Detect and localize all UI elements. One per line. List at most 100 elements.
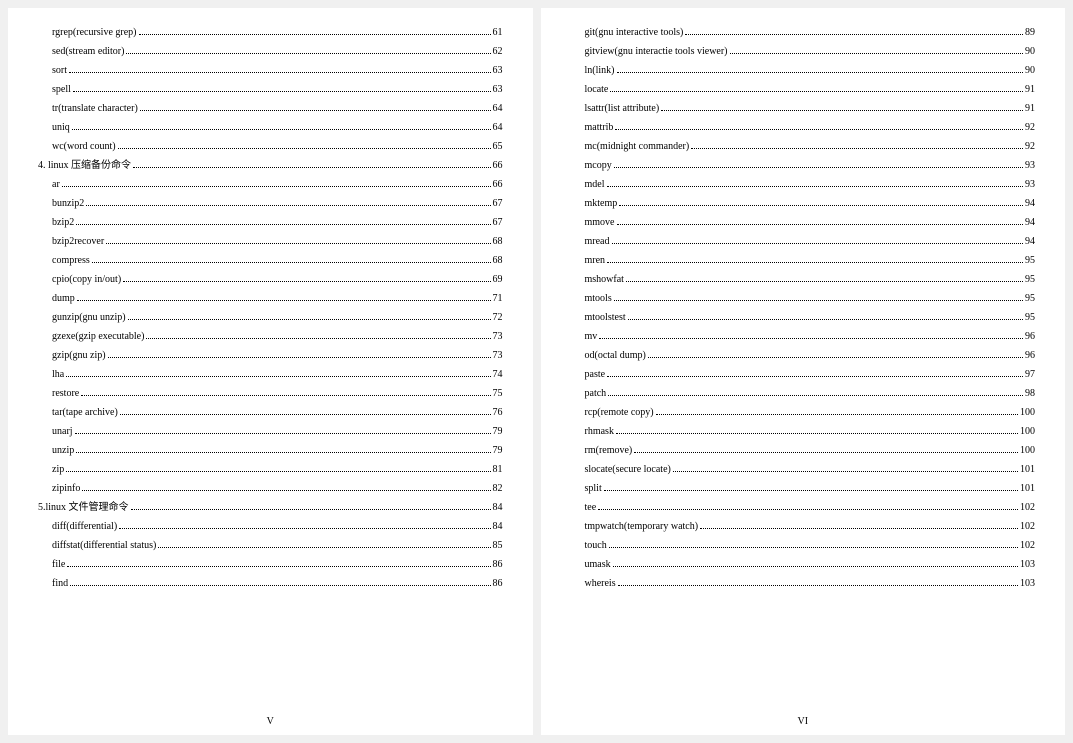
toc-dots: [656, 414, 1018, 415]
toc-entry-page: 68: [493, 237, 503, 247]
toc-dots: [67, 566, 490, 567]
toc-entry-label: unzip: [52, 446, 74, 456]
toc-entry: uniq64: [38, 123, 503, 133]
toc-entry-label: tr(translate character): [52, 104, 138, 114]
toc-entry: mread94: [571, 237, 1036, 247]
toc-entry: mattrib 92: [571, 123, 1036, 133]
toc-dots: [70, 585, 490, 586]
toc-dots: [730, 53, 1023, 54]
toc-entry-label: diff(differential): [52, 522, 117, 532]
toc-entry: gzip(gnu zip)73: [38, 351, 503, 361]
toc-dots: [614, 300, 1023, 301]
toc-entry-label: file: [52, 560, 65, 570]
toc-entry: zip81: [38, 465, 503, 475]
toc-entry-label: lha: [52, 370, 64, 380]
toc-entry: mdel93: [571, 180, 1036, 190]
toc-entry: diff(differential)84: [38, 522, 503, 532]
toc-entry-label: mread: [585, 237, 610, 247]
toc-entry-label: rcp(remote copy): [585, 408, 654, 418]
toc-entry-page: 86: [493, 579, 503, 589]
toc-entry: ar66: [38, 180, 503, 190]
toc-dots: [118, 148, 491, 149]
toc-dots: [607, 376, 1023, 377]
toc-dots: [613, 566, 1018, 567]
toc-dots: [618, 585, 1018, 586]
toc-entry-label: mcopy: [585, 161, 612, 171]
toc-entry-label: git(gnu interactive tools): [585, 28, 684, 38]
toc-dots: [615, 129, 1023, 130]
toc-entry-label: zipinfo: [52, 484, 80, 494]
toc-entry-page: 102: [1020, 541, 1035, 551]
toc-entry-label: mshowfat: [585, 275, 624, 285]
toc-dots: [691, 148, 1023, 149]
toc-entry-label: unarj: [52, 427, 73, 437]
toc-entry-label: sort: [52, 66, 67, 76]
toc-dots: [75, 433, 491, 434]
toc-dots: [673, 471, 1018, 472]
toc-entry-page: 63: [493, 85, 503, 95]
toc-entry: gunzip(gnu unzip)72: [38, 313, 503, 323]
toc-entry: od(octal dump)96: [571, 351, 1036, 361]
toc-entry-page: 95: [1025, 275, 1035, 285]
toc-entry: wc(word count)65: [38, 142, 503, 152]
toc-dots: [128, 319, 491, 320]
toc-entry-label: cpio(copy in/out): [52, 275, 121, 285]
toc-entry-page: 79: [493, 427, 503, 437]
toc-entry: sed(stream editor)62: [38, 47, 503, 57]
toc-entry-page: 92: [1025, 123, 1035, 133]
toc-entry-label: dump: [52, 294, 75, 304]
toc-entry-label: mktemp: [585, 199, 618, 209]
toc-entry-page: 67: [493, 199, 503, 209]
toc-dots: [616, 433, 1018, 434]
toc-dots: [120, 414, 491, 415]
toc-dots: [133, 167, 490, 168]
toc-entry-label: rgrep(recursive grep): [52, 28, 137, 38]
toc-entry-page: 94: [1025, 199, 1035, 209]
toc-dots: [123, 281, 490, 282]
toc-entry-page: 100: [1020, 408, 1035, 418]
toc-entry-label: tmpwatch(temporary watch): [585, 522, 699, 532]
toc-entry-page: 98: [1025, 389, 1035, 399]
toc-dots: [76, 452, 490, 453]
toc-entry-label: mtools: [585, 294, 612, 304]
toc-dots: [66, 376, 490, 377]
toc-entry: gzexe(gzip executable)73: [38, 332, 503, 342]
toc-entry-page: 93: [1025, 161, 1035, 171]
toc-entry-label: mattrib: [585, 123, 614, 133]
toc-entry-label: mren: [585, 256, 606, 266]
toc-entry-label: rm(remove): [585, 446, 633, 456]
toc-dots: [81, 395, 490, 396]
toc-entry: tee102: [571, 503, 1036, 513]
toc-entry: mcopy 93: [571, 161, 1036, 171]
toc-dots: [626, 281, 1023, 282]
toc-entry: cpio(copy in/out) 69: [38, 275, 503, 285]
toc-dots: [66, 471, 490, 472]
toc-entry-page: 91: [1025, 85, 1035, 95]
toc-entry-page: 63: [493, 66, 503, 76]
toc-entry-page: 74: [493, 370, 503, 380]
toc-entry-label: bzip2recover: [52, 237, 104, 247]
toc-entry-page: 75: [493, 389, 503, 399]
toc-entry-page: 66: [493, 180, 503, 190]
toc-entry-label: 5.linux 文件管理命令: [38, 503, 129, 513]
toc-entry-page: 103: [1020, 560, 1035, 570]
toc-entry-label: mmove: [585, 218, 615, 228]
toc-entry: rcp(remote copy) 100: [571, 408, 1036, 418]
toc-entry-page: 76: [493, 408, 503, 418]
toc-entry-page: 73: [493, 332, 503, 342]
toc-entry-page: 85: [493, 541, 503, 551]
page-number-right: VI: [797, 716, 808, 727]
toc-dots: [73, 91, 491, 92]
toc-entry-label: ln(link): [585, 66, 615, 76]
toc-entry-page: 66: [493, 161, 503, 171]
toc-entry-page: 64: [493, 123, 503, 133]
toc-entry-page: 69: [493, 275, 503, 285]
toc-entry-label: patch: [585, 389, 607, 399]
toc-dots: [106, 243, 490, 244]
toc-dots: [609, 547, 1018, 548]
toc-entry: zipinfo82: [38, 484, 503, 494]
toc-entry: mv96: [571, 332, 1036, 342]
toc-entry: mtoolstest95: [571, 313, 1036, 323]
toc-dots: [628, 319, 1023, 320]
toc-entry: mmove94: [571, 218, 1036, 228]
